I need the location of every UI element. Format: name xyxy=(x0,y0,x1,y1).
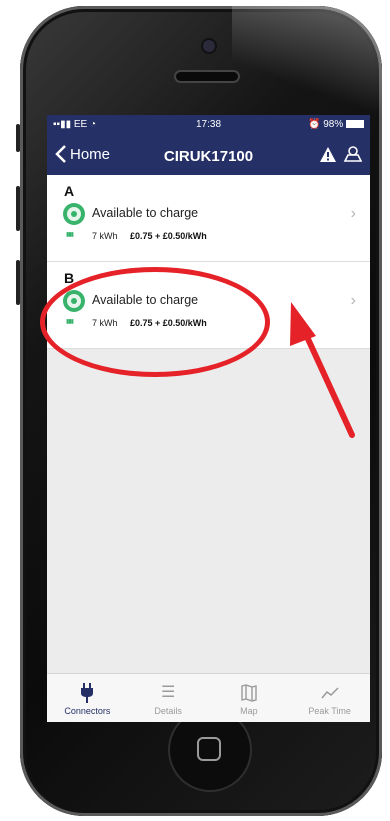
annotation-arrow xyxy=(290,302,355,438)
